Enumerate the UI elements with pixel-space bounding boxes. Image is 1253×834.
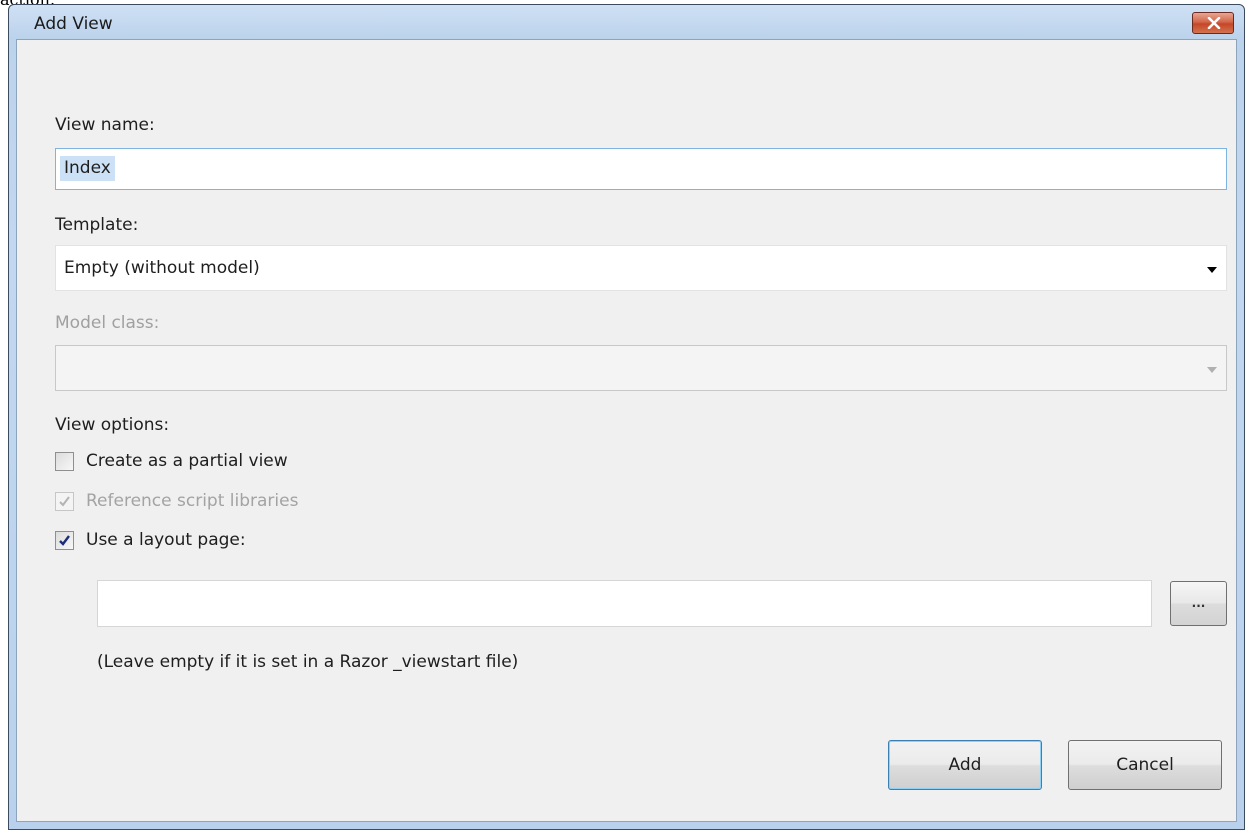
dropdown-arrow-icon bbox=[1207, 267, 1217, 273]
layout-hint: (Leave empty if it is set in a Razor _vi… bbox=[97, 652, 519, 672]
partial-view-label: Create as a partial view bbox=[86, 451, 288, 471]
layout-page-label: Use a layout page: bbox=[86, 530, 246, 550]
layout-page-input[interactable] bbox=[97, 580, 1152, 627]
browse-button[interactable]: ... bbox=[1170, 581, 1227, 626]
template-label: Template: bbox=[55, 215, 139, 235]
dialog-title: Add View bbox=[34, 14, 113, 34]
add-button[interactable]: Add bbox=[888, 740, 1042, 790]
view-name-label: View name: bbox=[55, 115, 155, 135]
checkmark-icon bbox=[59, 535, 70, 546]
layout-page-checkbox[interactable] bbox=[55, 531, 74, 550]
dialog-content: View name: Index Template: Empty (withou… bbox=[16, 39, 1237, 822]
script-libraries-label: Reference script libraries bbox=[86, 491, 299, 511]
script-libraries-checkbox bbox=[55, 492, 74, 511]
template-value: Empty (without model) bbox=[64, 258, 260, 278]
checkmark-icon bbox=[59, 496, 70, 507]
view-name-value: Index bbox=[60, 156, 115, 181]
view-options-label: View options: bbox=[55, 415, 170, 435]
template-select[interactable]: Empty (without model) bbox=[55, 245, 1227, 291]
model-class-label: Model class: bbox=[55, 313, 160, 333]
title-bar[interactable]: Add View bbox=[9, 5, 1244, 39]
dropdown-arrow-icon bbox=[1207, 367, 1217, 373]
view-name-input[interactable]: Index bbox=[55, 148, 1227, 190]
close-x-icon bbox=[1207, 17, 1221, 29]
close-button[interactable] bbox=[1192, 12, 1234, 34]
model-class-select bbox=[55, 345, 1227, 391]
cancel-button[interactable]: Cancel bbox=[1068, 740, 1222, 790]
partial-view-checkbox[interactable] bbox=[55, 452, 74, 471]
add-view-dialog: Add View View name: Index Template: Empt… bbox=[8, 4, 1245, 830]
